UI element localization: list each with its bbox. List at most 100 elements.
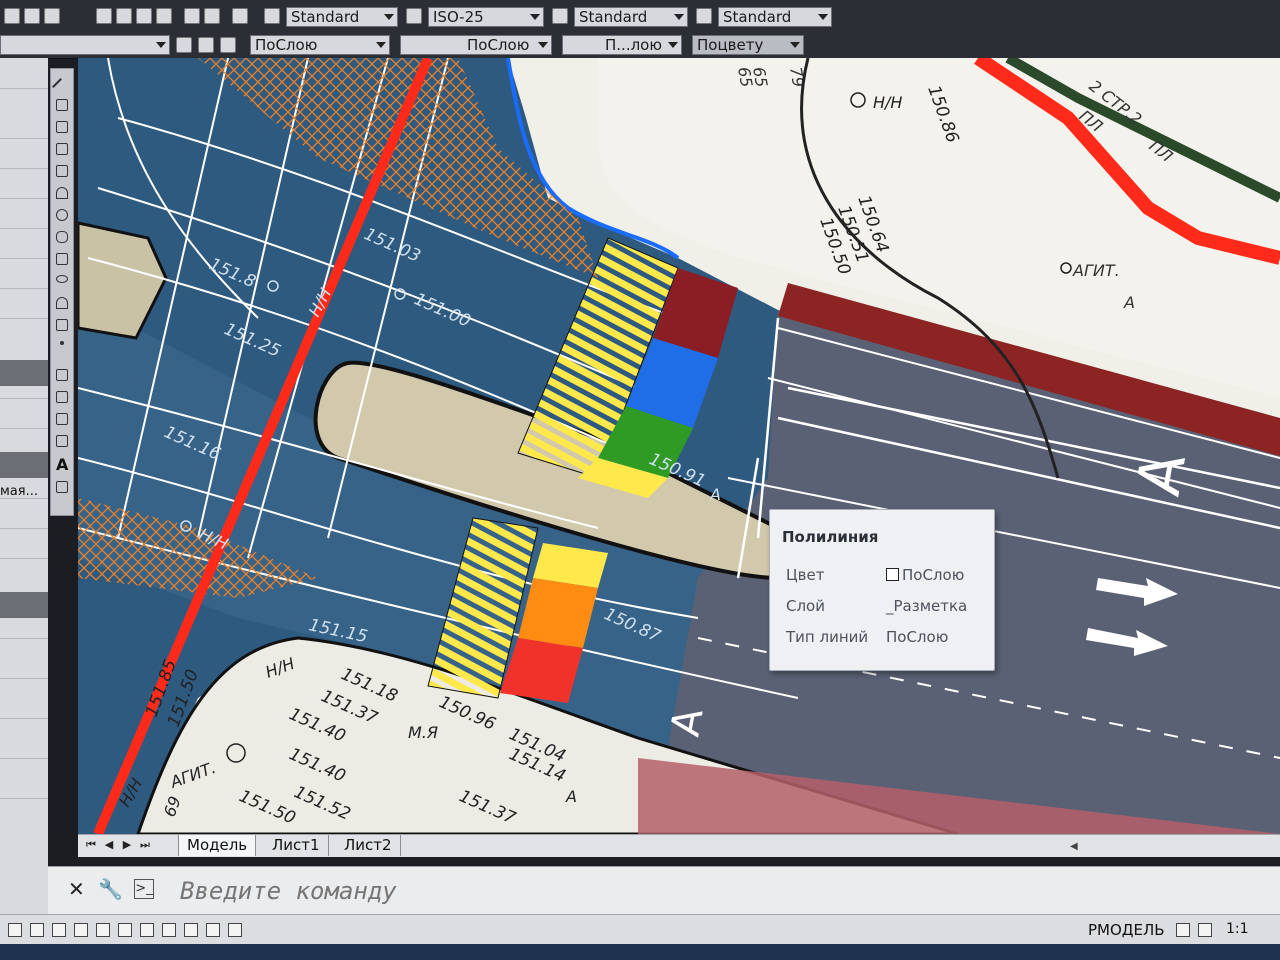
prompt-icon[interactable]: >_	[134, 879, 154, 899]
transparency-icon[interactable]	[206, 923, 220, 937]
layer-manager-icon[interactable]	[176, 37, 192, 53]
polygon-icon[interactable]	[56, 143, 68, 155]
ducs-icon[interactable]	[140, 923, 154, 937]
insert-block-icon[interactable]	[56, 319, 68, 331]
markup-icon[interactable]	[184, 8, 200, 24]
tooltip-linetype-value: ПоСлою	[886, 628, 949, 646]
gradient-icon[interactable]	[56, 391, 68, 403]
grid-icon[interactable]	[30, 923, 44, 937]
os-taskbar	[0, 944, 1280, 960]
scroll-left-icon[interactable]: ◀	[1070, 841, 1078, 852]
annotation-scale[interactable]: 1:1	[1226, 921, 1249, 937]
region-icon[interactable]	[56, 413, 68, 425]
palette-section-header[interactable]	[0, 360, 48, 386]
spline-icon[interactable]	[56, 253, 68, 265]
table-style-select[interactable]: Standard	[574, 7, 688, 27]
design-center-icon[interactable]	[116, 8, 132, 24]
first-tab-icon[interactable]: ⏮	[84, 838, 98, 852]
label-mya: М.Я	[408, 723, 438, 742]
palette-divider	[0, 288, 48, 289]
palette-divider	[0, 718, 48, 719]
construction-line-icon[interactable]	[56, 99, 68, 111]
color-select[interactable]: ПоСлою	[250, 35, 390, 55]
hatch-icon[interactable]	[56, 369, 68, 381]
table-style-icon[interactable]	[552, 8, 568, 24]
dim-style-value: ISO-25	[433, 8, 484, 26]
zoom-realtime-icon[interactable]	[24, 8, 40, 24]
tab-sheet1[interactable]: Лист1	[264, 835, 329, 856]
lineweight-value: П...лою	[605, 36, 662, 54]
lineweight-select[interactable]: П...лою	[562, 35, 682, 55]
layer-previous-icon[interactable]	[198, 37, 214, 53]
drawing-svg[interactable]: 151.03 151.8 151.00 151.25 151.16 150.91…	[78, 58, 1280, 834]
add-selected-icon[interactable]	[56, 481, 68, 493]
point-icon[interactable]	[60, 341, 64, 345]
drawing-canvas[interactable]: 151.03 151.8 151.00 151.25 151.16 150.91…	[78, 58, 1280, 834]
tab-sheet2[interactable]: Лист2	[336, 835, 401, 856]
make-current-icon[interactable]	[220, 37, 236, 53]
last-tab-icon[interactable]: ⏭	[138, 838, 152, 852]
lineweight-icon[interactable]	[184, 923, 198, 937]
label-nn: Н/Н	[873, 93, 902, 112]
quick-properties-icon[interactable]	[228, 923, 242, 937]
horizontal-scrollbar[interactable]: ◀	[1070, 839, 1280, 853]
help-icon[interactable]	[232, 8, 248, 24]
pan-icon[interactable]	[4, 8, 20, 24]
palette-divider	[0, 258, 48, 259]
palette-section-header[interactable]	[0, 592, 48, 618]
multileader-style-value: Standard	[723, 8, 792, 26]
polyline-icon[interactable]	[56, 121, 68, 133]
prev-tab-icon[interactable]: ◀	[102, 838, 116, 852]
color-value: ПоСлою	[255, 36, 318, 54]
command-input[interactable]	[178, 875, 1082, 907]
palette-divider	[0, 398, 48, 399]
revcloud-icon[interactable]	[56, 231, 68, 243]
text-style-icon[interactable]	[264, 8, 280, 24]
circle-icon[interactable]	[56, 209, 68, 221]
properties-icon[interactable]	[96, 8, 112, 24]
quick-view-drawings-icon[interactable]	[1198, 923, 1212, 937]
zoom-window-icon[interactable]	[44, 8, 60, 24]
arc-icon[interactable]	[56, 187, 68, 199]
plot-style-select[interactable]: Поцвету	[692, 35, 804, 55]
tab-model[interactable]: Модель	[178, 835, 257, 856]
draw-toolbar: A	[50, 68, 74, 516]
next-tab-icon[interactable]: ▶	[120, 838, 134, 852]
dim-style-select[interactable]: ISO-25	[428, 7, 544, 27]
linetype-select[interactable]: ПоСлою	[400, 35, 552, 55]
dyn-icon[interactable]	[162, 923, 176, 937]
ellipse-arc-icon[interactable]	[56, 297, 68, 309]
line-icon[interactable]	[52, 78, 62, 88]
palette-divider	[0, 138, 48, 139]
model-space-toggle[interactable]: РМОДЕЛЬ	[1088, 921, 1165, 939]
wrench-icon[interactable]: 🔧	[98, 877, 123, 901]
tooltip-color-value: ПоСлою	[886, 566, 964, 584]
palette-divider	[0, 198, 48, 199]
palette-divider	[0, 678, 48, 679]
sheet-set-icon[interactable]	[156, 8, 172, 24]
tool-palettes-icon[interactable]	[136, 8, 152, 24]
label-a: А	[565, 787, 577, 806]
table-icon[interactable]	[56, 435, 68, 447]
otrack-icon[interactable]	[118, 923, 132, 937]
close-icon[interactable]: ✕	[68, 877, 85, 901]
rectangle-icon[interactable]	[56, 165, 68, 177]
polar-icon[interactable]	[74, 923, 88, 937]
multileader-style-select[interactable]: Standard	[718, 7, 832, 27]
plot-style-value: Поцвету	[697, 36, 764, 54]
label-number: 65	[734, 65, 756, 88]
palette-section-header[interactable]	[0, 452, 48, 478]
ellipse-icon[interactable]	[56, 275, 68, 283]
layer-select[interactable]	[0, 35, 170, 55]
snap-icon[interactable]	[8, 923, 22, 937]
ortho-icon[interactable]	[52, 923, 66, 937]
text-style-select[interactable]: Standard	[286, 7, 398, 27]
quick-view-layouts-icon[interactable]	[1176, 923, 1190, 937]
dim-style-icon[interactable]	[406, 8, 422, 24]
calculator-icon[interactable]	[204, 8, 220, 24]
palette-divider	[0, 228, 48, 229]
palette-divider	[0, 318, 48, 319]
osnap-icon[interactable]	[96, 923, 110, 937]
multiline-text-icon[interactable]: A	[56, 455, 68, 474]
multileader-style-icon[interactable]	[696, 8, 712, 24]
